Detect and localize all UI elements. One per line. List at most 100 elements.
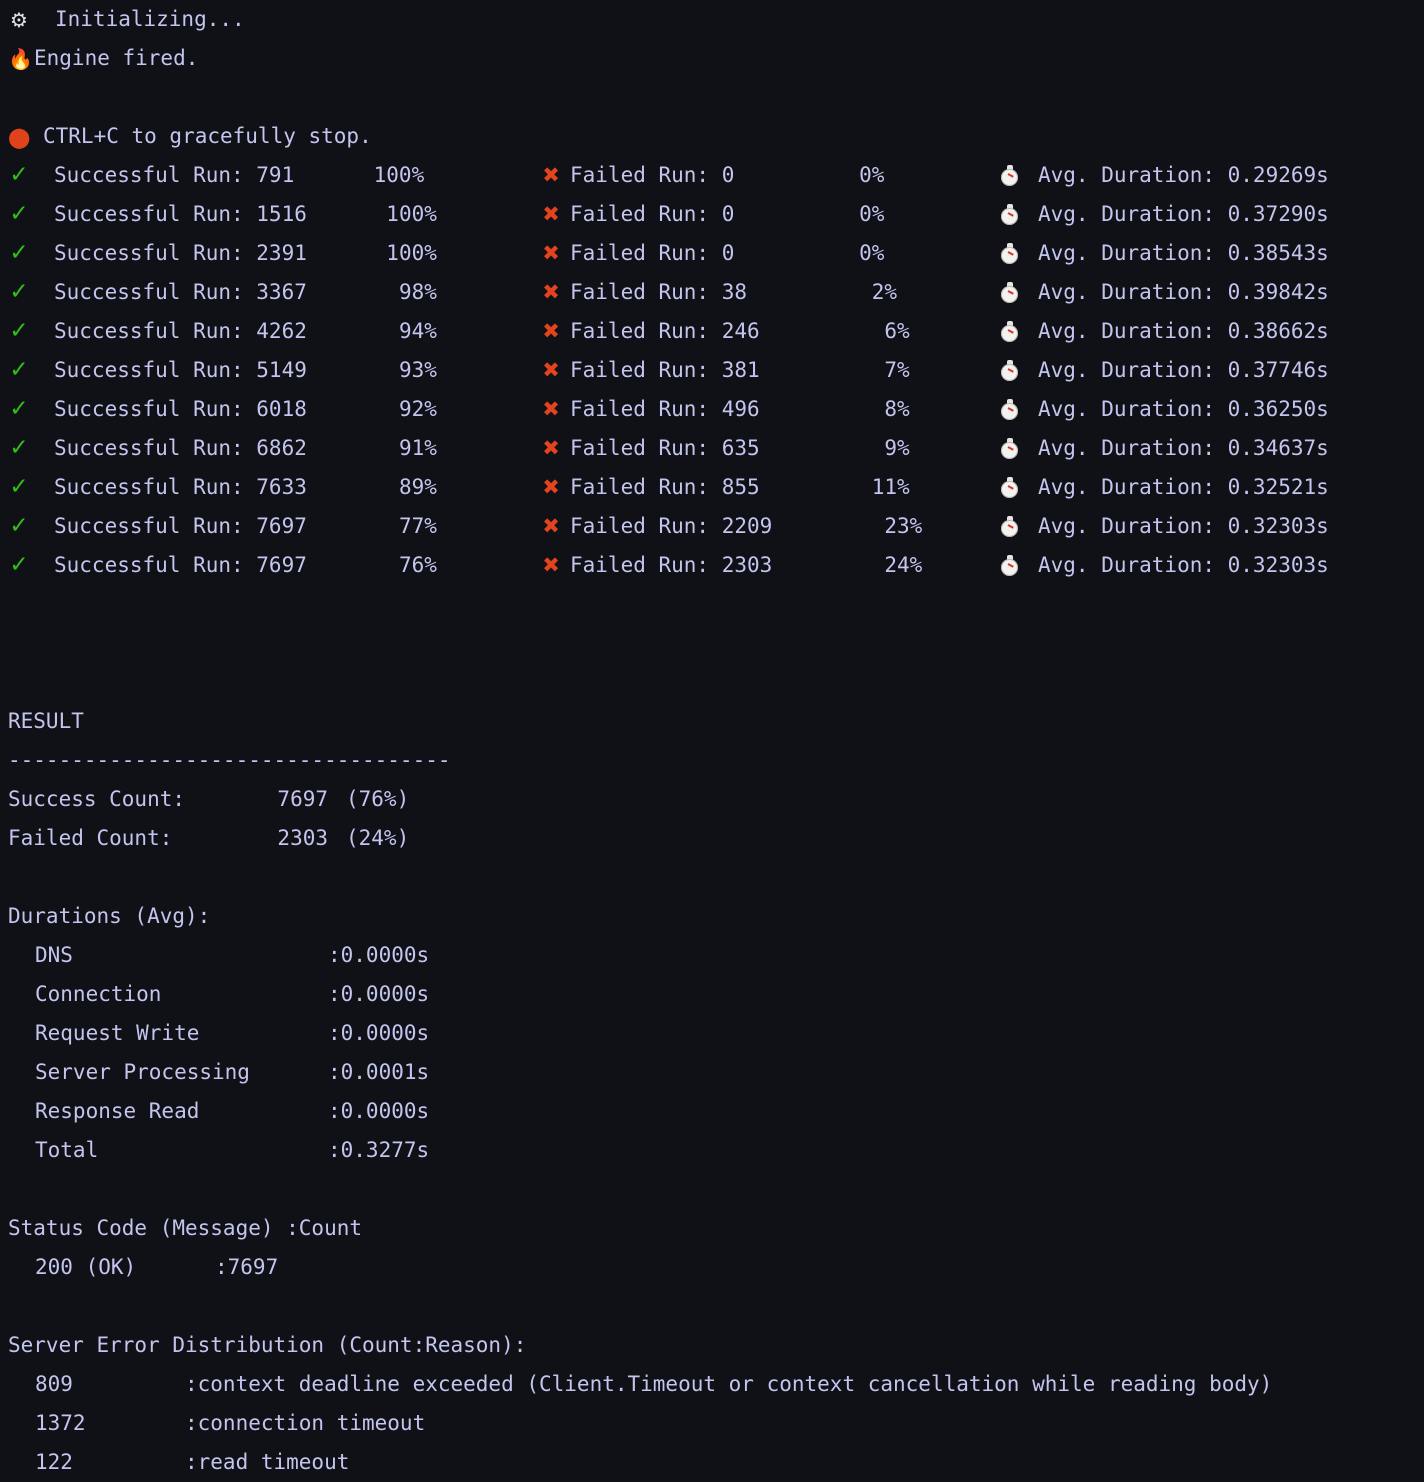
run-success-label: Successful Run: 6018 bbox=[30, 390, 307, 429]
failed-count-value: 2303 bbox=[223, 819, 328, 858]
run-failed-pct: 8% bbox=[760, 390, 910, 429]
duration-value: :0.0000s bbox=[328, 1092, 429, 1131]
stopwatch-icon bbox=[998, 554, 1022, 578]
cross-icon: ✖ bbox=[540, 399, 562, 420]
run-failed-cell: ✖Failed Run: 4968% bbox=[540, 390, 998, 429]
run-failed-cell: ✖Failed Run: 382% bbox=[540, 273, 998, 312]
run-success-label: Successful Run: 791 bbox=[30, 156, 294, 195]
spacer-line bbox=[8, 624, 1424, 663]
run-failed-label: Failed Run: 0 bbox=[562, 156, 734, 195]
run-failed-cell: ✖Failed Run: 00% bbox=[540, 234, 998, 273]
server-error-row: 1372:connection timeout bbox=[8, 1404, 1424, 1443]
initializing-line: ⚙ Initializing... bbox=[8, 0, 1424, 39]
run-duration-label: Avg. Duration: 0.34637s bbox=[1022, 429, 1329, 468]
server-error-count: 122 bbox=[8, 1443, 185, 1482]
run-failed-label: Failed Run: 0 bbox=[562, 195, 734, 234]
run-failed-cell: ✖Failed Run: 220923% bbox=[540, 507, 998, 546]
run-success-pct: 91% bbox=[307, 429, 437, 468]
check-icon: ✓ bbox=[8, 320, 30, 343]
terminal-output: ⚙ Initializing... 🔥 Engine fired. ⬤ CTRL… bbox=[0, 0, 1424, 1482]
stopwatch-icon bbox=[998, 203, 1022, 227]
check-icon: ✓ bbox=[8, 164, 30, 187]
stopwatch-icon bbox=[998, 476, 1022, 500]
run-failed-label: Failed Run: 246 bbox=[562, 312, 760, 351]
run-failed-label: Failed Run: 2303 bbox=[562, 546, 772, 585]
run-failed-pct: 6% bbox=[760, 312, 910, 351]
server-error-count: 1372 bbox=[8, 1404, 185, 1443]
duration-row: DNS:0.0000s bbox=[8, 936, 1424, 975]
duration-value: :0.0000s bbox=[328, 1014, 429, 1053]
success-count-label: Success Count: bbox=[8, 780, 223, 819]
stop-hint-line: ⬤ CTRL+C to gracefully stop. bbox=[8, 117, 1424, 156]
result-title: RESULT bbox=[8, 702, 1424, 741]
duration-row: Connection:0.0000s bbox=[8, 975, 1424, 1014]
run-duration-label: Avg. Duration: 0.38543s bbox=[1022, 234, 1329, 273]
run-success-pct: 98% bbox=[307, 273, 437, 312]
run-failed-pct: 2% bbox=[747, 273, 897, 312]
run-progress-row: ✓Successful Run: 763389%✖Failed Run: 855… bbox=[8, 468, 1424, 507]
run-success-pct: 76% bbox=[307, 546, 437, 585]
run-failed-cell: ✖Failed Run: 00% bbox=[540, 156, 998, 195]
duration-row: Total:0.3277s bbox=[8, 1131, 1424, 1170]
stopwatch-icon bbox=[998, 320, 1022, 344]
run-failed-cell: ✖Failed Run: 2466% bbox=[540, 312, 998, 351]
run-progress-row: ✓Successful Run: 426294%✖Failed Run: 246… bbox=[8, 312, 1424, 351]
run-failed-pct: 23% bbox=[772, 507, 922, 546]
run-failed-pct: 0% bbox=[734, 156, 884, 195]
failed-count-row: Failed Count: 2303 (24%) bbox=[8, 819, 1424, 858]
cross-icon: ✖ bbox=[540, 243, 562, 264]
run-progress-table: ✓Successful Run: 791100%✖Failed Run: 00%… bbox=[8, 156, 1424, 585]
run-failed-cell: ✖Failed Run: 6359% bbox=[540, 429, 998, 468]
run-duration-cell: Avg. Duration: 0.39842s bbox=[998, 273, 1329, 312]
run-duration-label: Avg. Duration: 0.37290s bbox=[1022, 195, 1329, 234]
duration-row: Response Read:0.0000s bbox=[8, 1092, 1424, 1131]
duration-label: DNS bbox=[8, 936, 328, 975]
run-progress-row: ✓Successful Run: 769777%✖Failed Run: 220… bbox=[8, 507, 1424, 546]
cross-icon: ✖ bbox=[540, 438, 562, 459]
run-success-label: Successful Run: 7633 bbox=[30, 468, 307, 507]
run-failed-pct: 0% bbox=[734, 234, 884, 273]
run-success-cell: ✓Successful Run: 1516100% bbox=[8, 195, 540, 234]
stop-hint-text: CTRL+C to gracefully stop. bbox=[30, 117, 372, 156]
server-errors-list: 809:context deadline exceeded (Client.Ti… bbox=[8, 1365, 1424, 1482]
run-failed-cell: ✖Failed Run: 3817% bbox=[540, 351, 998, 390]
status-code-row: 200 (OK):7697 bbox=[8, 1248, 1424, 1287]
run-success-label: Successful Run: 5149 bbox=[30, 351, 307, 390]
run-failed-pct: 9% bbox=[760, 429, 910, 468]
server-errors-title: Server Error Distribution (Count:Reason)… bbox=[8, 1326, 1424, 1365]
cross-icon: ✖ bbox=[540, 360, 562, 381]
duration-row: Server Processing:0.0001s bbox=[8, 1053, 1424, 1092]
run-success-pct: 94% bbox=[307, 312, 437, 351]
run-failed-pct: 7% bbox=[760, 351, 910, 390]
run-duration-cell: Avg. Duration: 0.32521s bbox=[998, 468, 1329, 507]
run-failed-pct: 24% bbox=[772, 546, 922, 585]
run-success-label: Successful Run: 7697 bbox=[30, 507, 307, 546]
run-duration-label: Avg. Duration: 0.36250s bbox=[1022, 390, 1329, 429]
run-duration-cell: Avg. Duration: 0.38543s bbox=[998, 234, 1329, 273]
cross-icon: ✖ bbox=[540, 282, 562, 303]
engine-fired-line: 🔥 Engine fired. bbox=[8, 39, 1424, 78]
stopwatch-icon bbox=[998, 164, 1022, 188]
check-icon: ✓ bbox=[8, 476, 30, 499]
server-error-count: 809 bbox=[8, 1365, 185, 1404]
run-success-cell: ✓Successful Run: 336798% bbox=[8, 273, 540, 312]
run-success-cell: ✓Successful Run: 601892% bbox=[8, 390, 540, 429]
run-failed-label: Failed Run: 2209 bbox=[562, 507, 772, 546]
run-progress-row: ✓Successful Run: 601892%✖Failed Run: 496… bbox=[8, 390, 1424, 429]
cross-icon: ✖ bbox=[540, 516, 562, 537]
run-progress-row: ✓Successful Run: 769776%✖Failed Run: 230… bbox=[8, 546, 1424, 585]
run-success-pct: 93% bbox=[307, 351, 437, 390]
run-success-cell: ✓Successful Run: 769776% bbox=[8, 546, 540, 585]
run-duration-label: Avg. Duration: 0.32303s bbox=[1022, 546, 1329, 585]
run-duration-label: Avg. Duration: 0.37746s bbox=[1022, 351, 1329, 390]
fire-icon: 🔥 bbox=[8, 49, 30, 69]
duration-value: :0.0001s bbox=[328, 1053, 429, 1092]
check-icon: ✓ bbox=[8, 203, 30, 226]
run-failed-cell: ✖Failed Run: 230324% bbox=[540, 546, 998, 585]
spacer-line bbox=[8, 78, 1424, 117]
run-duration-cell: Avg. Duration: 0.32303s bbox=[998, 546, 1329, 585]
run-duration-label: Avg. Duration: 0.38662s bbox=[1022, 312, 1329, 351]
spacer-line bbox=[8, 663, 1424, 702]
engine-fired-text: Engine fired. bbox=[30, 39, 198, 78]
run-duration-cell: Avg. Duration: 0.34637s bbox=[998, 429, 1329, 468]
